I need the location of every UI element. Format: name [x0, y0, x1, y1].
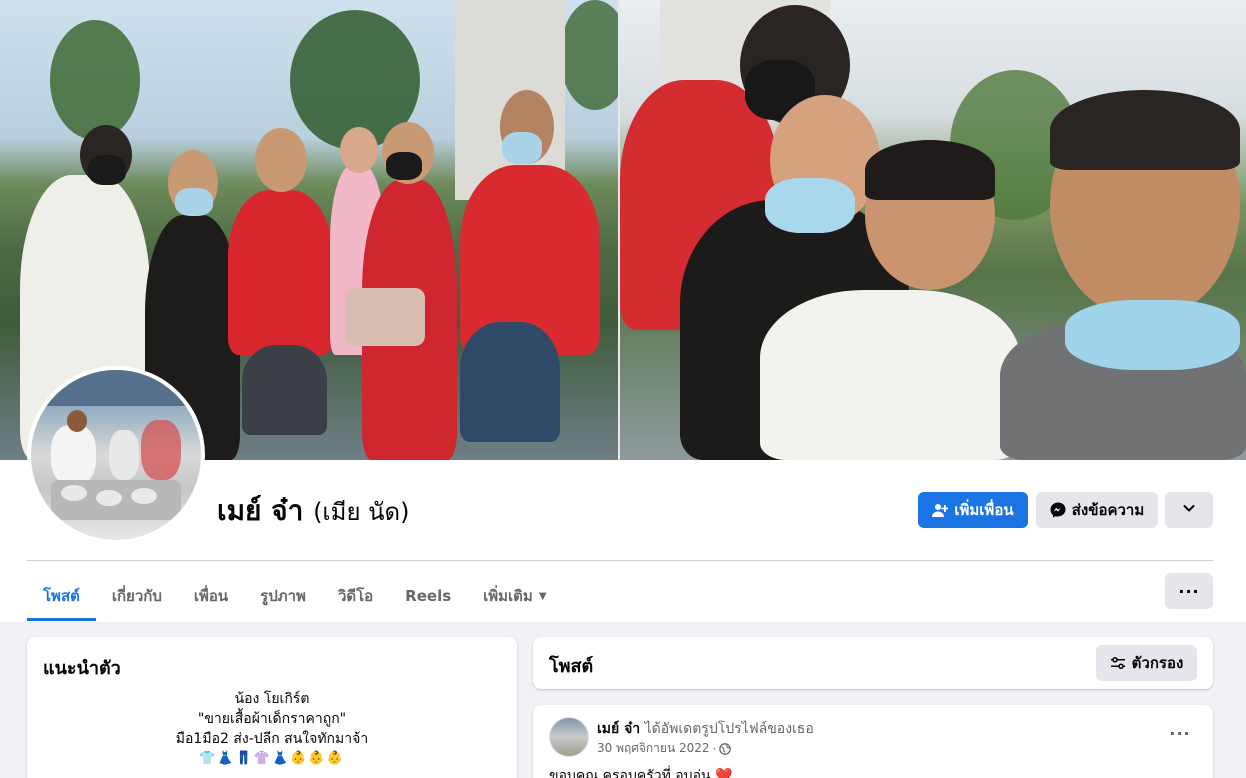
profile-alternate-name: (เมีย นัด): [313, 498, 410, 526]
bio-emoji-line: 👕👗👖👚👗👶👶👶: [199, 751, 345, 766]
tab-label: โพสต์: [43, 587, 80, 605]
post-card: เมย์ จ๋า ได้อัพเดตรูปโปรไฟล์ของเธอ 30 พฤ…: [533, 705, 1213, 778]
avatar-photo: [31, 370, 201, 540]
intro-title: แนะนำตัว: [43, 658, 121, 679]
tab-photos[interactable]: รูปภาพ: [244, 571, 322, 621]
more-options-button[interactable]: ···: [1165, 573, 1213, 609]
post-meta: 30 พฤศจิกายน 2022 ·: [597, 739, 732, 758]
tab-videos[interactable]: วิดีโอ: [322, 571, 389, 621]
bio-line: "ขายเสื้อผ้าเด็กราคาถูก": [197, 711, 347, 727]
caret-down-icon: ▼: [538, 590, 547, 602]
filter-button[interactable]: ตัวกรอง: [1096, 645, 1197, 681]
profile-options-dropdown[interactable]: [1165, 492, 1213, 528]
messenger-icon: [1050, 502, 1066, 518]
add-friend-label: เพิ่มเพื่อน: [954, 501, 1014, 519]
message-button[interactable]: ส่งข้อความ: [1036, 492, 1158, 528]
cover-photo-right: [620, 0, 1246, 460]
profile-display-name: เมย์ จ๋า: [217, 494, 304, 527]
tab-label: วิดีโอ: [337, 587, 374, 605]
bio-line: มือ1มือ2 ส่ง-ปลีก สนใจทักมาจ้า: [175, 731, 369, 747]
ellipsis-icon: ···: [1169, 724, 1191, 743]
message-label: ส่งข้อความ: [1071, 501, 1145, 519]
tab-more[interactable]: เพิ่มเติม ▼: [467, 571, 562, 621]
user-plus-icon: [932, 502, 949, 518]
tab-label: เพิ่มเติม: [483, 587, 533, 605]
profile-avatar[interactable]: [27, 366, 205, 544]
tab-reels[interactable]: Reels: [389, 571, 467, 621]
tab-label: รูปภาพ: [260, 587, 306, 605]
chevron-down-icon: [1182, 501, 1196, 519]
profile-name: เมย์ จ๋า (เมีย นัด): [217, 493, 410, 530]
meta-separator: ·: [712, 741, 717, 756]
post-date[interactable]: 30 พฤศจิกายน 2022: [597, 739, 710, 758]
tab-label: เพื่อน: [193, 587, 229, 605]
post-author-name[interactable]: เมย์ จ๋า: [597, 721, 640, 737]
bio-line: น้อง โยเกิร์ต: [234, 691, 310, 707]
post-text: ขอบคุณ ครอบครัวที่ อบอุ่น ❤️: [549, 768, 733, 778]
add-friend-button[interactable]: เพิ่มเพื่อน: [918, 492, 1028, 528]
posts-title: โพสต์: [549, 656, 594, 677]
header-divider: [27, 560, 1213, 561]
intro-card: แนะนำตัว น้อง โยเกิร์ต "ขายเสื้อผ้าเด็กร…: [27, 637, 517, 778]
tab-label: Reels: [405, 587, 452, 605]
globe-icon: [719, 742, 732, 755]
tab-label: เกี่ยวกับ: [111, 587, 162, 605]
tab-about[interactable]: เกี่ยวกับ: [96, 571, 178, 621]
profile-tabs: โพสต์ เกี่ยวกับ เพื่อน รูปภาพ วิดีโอ Ree…: [27, 571, 563, 621]
intro-bio: น้อง โยเกิร์ต "ขายเสื้อผ้าเด็กราคาถูก" ม…: [27, 689, 517, 769]
filter-label: ตัวกรอง: [1131, 654, 1184, 672]
ellipsis-icon: ···: [1178, 581, 1200, 601]
tab-posts[interactable]: โพสต์: [27, 571, 96, 621]
tab-friends[interactable]: เพื่อน: [178, 571, 244, 621]
post-author-avatar[interactable]: [549, 717, 589, 757]
post-options-button[interactable]: ···: [1166, 724, 1194, 746]
post-header: เมย์ จ๋า ได้อัพเดตรูปโปรไฟล์ของเธอ: [597, 718, 814, 740]
post-action-text: ได้อัพเดตรูปโปรไฟล์ของเธอ: [644, 721, 814, 737]
sliders-icon: [1110, 656, 1126, 670]
